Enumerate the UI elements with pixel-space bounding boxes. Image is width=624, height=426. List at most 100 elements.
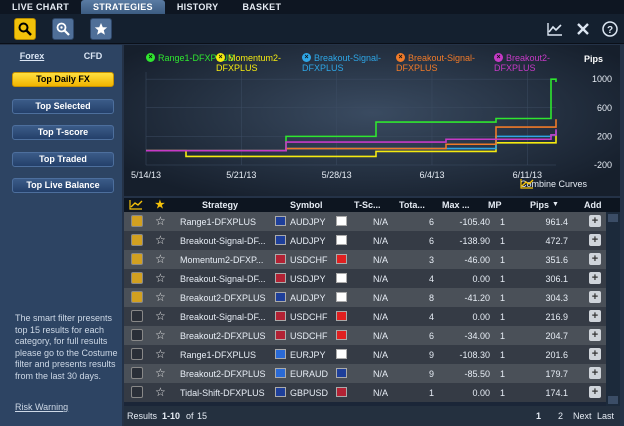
pips: 306.1 (545, 274, 568, 284)
favorite-star-icon[interactable]: ☆ (155, 252, 166, 266)
subtab-forex[interactable]: Forex (20, 51, 45, 61)
table-scrollbar[interactable] (606, 212, 620, 406)
add-button[interactable]: + (589, 329, 601, 341)
filter-top-daily-fx-button[interactable]: Top Daily FX (12, 72, 114, 87)
tab-live-chart[interactable]: LIVE CHART (0, 0, 81, 14)
table-row[interactable]: ☆ Range1-DFXPLUS EURJPY N/A 9 -108.30 1 201.6 + (124, 345, 606, 364)
close-icon[interactable]: × (146, 53, 155, 62)
col-pips[interactable]: Pips (530, 200, 549, 210)
graph-toggle-icon[interactable] (131, 291, 143, 303)
table-row[interactable]: ☆ Momentum2-DFXP... USDCHF N/A 3 -46.00 1 351.6… (124, 250, 606, 269)
legend-item-breakout-signal-orange[interactable]: × Breakout-Signal-DFXPLUS (396, 53, 486, 73)
table-row[interactable]: ☆ Tidal-Shift-DFXPLUS GBPUSD N/A 1 0.00 1 174.1… (124, 383, 606, 402)
quote-currency-flag-icon (336, 311, 347, 321)
add-button[interactable]: + (589, 348, 601, 360)
mp: 1 (500, 369, 506, 379)
graph-toggle-icon[interactable] (131, 348, 143, 360)
symbol: USDCHF (290, 331, 328, 341)
add-button[interactable]: + (589, 272, 601, 284)
table-row[interactable]: ☆ Breakout2-DFXPLUS AUDJPY N/A 8 -41.20 1 304.3… (124, 288, 606, 307)
page-2-link[interactable]: 2 (558, 411, 563, 421)
graph-toggle-icon[interactable] (131, 215, 143, 227)
favorite-star-icon[interactable]: ☆ (155, 328, 166, 342)
total: 6 (428, 236, 434, 246)
favorite-star-icon[interactable]: ☆ (155, 309, 166, 323)
tab-basket[interactable]: BASKET (230, 0, 293, 14)
favorite-star-icon[interactable]: ☆ (155, 385, 166, 399)
graph-toggle-icon[interactable] (131, 386, 143, 398)
add-button[interactable]: + (589, 234, 601, 246)
col-max[interactable]: Max ... (442, 200, 470, 210)
add-button[interactable]: + (589, 215, 601, 227)
graph-toggle-icon[interactable] (131, 272, 143, 284)
tab-history[interactable]: HISTORY (165, 0, 231, 14)
filter-top-traded-button[interactable]: Top Traded (12, 152, 114, 167)
combine-curves-toggle[interactable]: Combine Curves (520, 179, 587, 189)
base-currency-flag-icon (275, 292, 286, 302)
close-icon[interactable]: × (216, 53, 225, 62)
graph-toggle-icon[interactable] (131, 253, 143, 265)
close-icon[interactable]: × (302, 53, 311, 62)
table-row[interactable]: ☆ Breakout-Signal-DF... USDCHF N/A 4 0.00 1 216… (124, 307, 606, 326)
filter-top-live-balance-button[interactable]: Top Live Balance (12, 178, 114, 193)
legend-item-momentum2[interactable]: × Momentum2-DFXPLUS (216, 53, 296, 73)
app-window: LIVE CHART STRATEGIES HISTORY BASKET ? F… (0, 0, 624, 426)
max-drawdown: 0.00 (472, 274, 490, 284)
search-button[interactable] (14, 18, 36, 40)
add-button[interactable]: + (589, 386, 601, 398)
last-page-link[interactable]: Last (597, 411, 614, 421)
table-row[interactable]: ☆ Breakout2-DFXPLUS EURAUD N/A 9 -85.50 1 179.7… (124, 364, 606, 383)
base-currency-flag-icon (275, 235, 286, 245)
table-row[interactable]: ☆ Breakout-Signal-DF... USDJPY N/A 4 0.00 1 306… (124, 269, 606, 288)
favorite-star-icon[interactable]: ☆ (155, 366, 166, 380)
col-symbol[interactable]: Symbol (290, 200, 323, 210)
table-row[interactable]: ☆ Breakout2-DFXPLUS USDCHF N/A 6 -34.00 1 204.7… (124, 326, 606, 345)
max-drawdown: -105.40 (459, 217, 490, 227)
filter-top-tscore-button[interactable]: Top T-score (12, 125, 114, 140)
chart-column-icon (129, 200, 143, 210)
scroll-up-icon[interactable] (608, 214, 618, 222)
chart-view-button[interactable] (546, 20, 564, 38)
tab-strategies[interactable]: STRATEGIES (81, 0, 165, 14)
add-button[interactable]: + (589, 310, 601, 322)
favorite-star-icon[interactable]: ☆ (155, 271, 166, 285)
strategies-table: ★ Strategy Symbol T-Sc... Tota... Max ..… (124, 198, 620, 406)
graph-toggle-icon[interactable] (131, 367, 143, 379)
favorite-star-icon[interactable]: ☆ (155, 347, 166, 361)
col-tscore[interactable]: T-Sc... (354, 200, 381, 210)
add-button[interactable]: + (589, 291, 601, 303)
scroll-down-icon[interactable] (608, 396, 618, 404)
graph-toggle-icon[interactable] (131, 234, 143, 246)
close-icon[interactable]: × (396, 53, 405, 62)
max-drawdown: 0.00 (472, 312, 490, 322)
close-view-button[interactable] (574, 20, 592, 38)
add-button[interactable]: + (589, 253, 601, 265)
table-row[interactable]: ☆ Range1-DFXPLUS AUDJPY N/A 6 -105.40 1 961.4 + (124, 212, 606, 231)
graph-toggle-icon[interactable] (131, 329, 143, 341)
graph-toggle-icon[interactable] (131, 310, 143, 322)
legend-item-breakout2[interactable]: × Breakout2-DFXPLUS (494, 53, 574, 73)
risk-warning-link[interactable]: Risk Warning (15, 402, 68, 412)
help-button[interactable]: ? (601, 20, 619, 38)
symbol: USDJPY (290, 274, 326, 284)
next-page-link[interactable]: Next (573, 411, 592, 421)
favorite-star-icon[interactable]: ☆ (155, 214, 166, 228)
table-row[interactable]: ☆ Breakout-Signal-DF... AUDJPY N/A 6 -138.90 1… (124, 231, 606, 250)
col-strategy[interactable]: Strategy (202, 200, 238, 210)
subtab-cfd[interactable]: CFD (84, 51, 103, 61)
add-button[interactable]: + (589, 367, 601, 379)
filter-top-selected-button[interactable]: Top Selected (12, 99, 114, 114)
favorite-star-icon[interactable]: ☆ (155, 290, 166, 304)
col-mp[interactable]: MP (488, 200, 502, 210)
total: 4 (428, 312, 434, 322)
series-line (146, 130, 557, 152)
page-1-link[interactable]: 1 (536, 411, 541, 421)
close-icon[interactable]: × (494, 53, 503, 62)
favorite-star-icon[interactable]: ☆ (155, 233, 166, 247)
favorites-button[interactable] (90, 18, 112, 40)
tscore: N/A (373, 217, 389, 227)
advanced-search-button[interactable] (52, 18, 74, 40)
legend-item-breakout-signal-blue[interactable]: × Breakout-Signal-DFXPLUS (302, 53, 392, 73)
filter-panel: Forex CFD Top Daily FX Top Selected Top … (0, 45, 122, 426)
col-total[interactable]: Tota... (399, 200, 425, 210)
